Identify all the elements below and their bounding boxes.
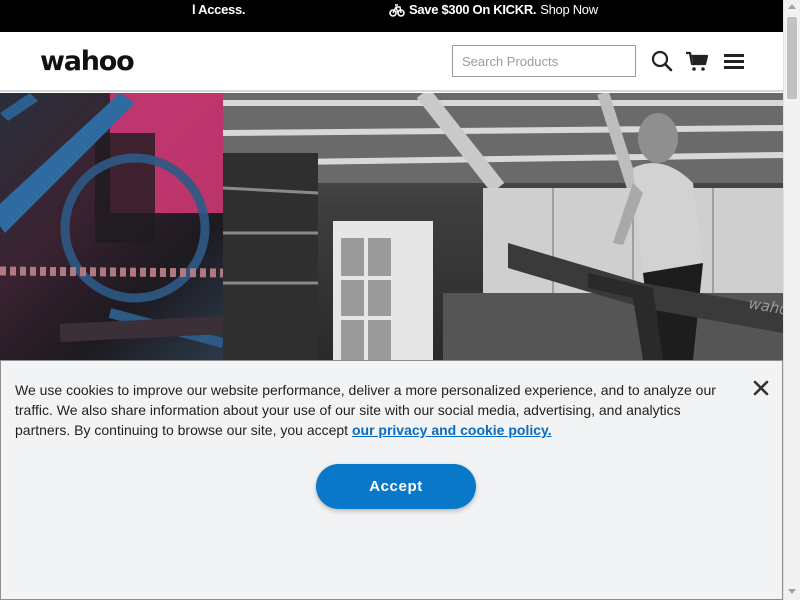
search-button[interactable] bbox=[650, 49, 674, 73]
wahoo-logo[interactable]: wahoo bbox=[40, 46, 135, 77]
hamburger-menu-icon bbox=[724, 54, 744, 69]
close-icon bbox=[753, 380, 769, 396]
promo-offer-text: Save $300 On KICKR. bbox=[409, 2, 537, 17]
scroll-up-arrow-icon[interactable] bbox=[788, 4, 796, 9]
close-banner-button[interactable] bbox=[752, 379, 770, 397]
promo-left-text: l Access. bbox=[192, 2, 246, 17]
page-scrollbar[interactable] bbox=[783, 0, 800, 600]
cookie-banner: We use cookies to improve our website pe… bbox=[0, 360, 783, 600]
hero-banner[interactable]: wahoo bbox=[0, 93, 783, 360]
scroll-thumb[interactable] bbox=[787, 17, 797, 99]
promo-offer-link[interactable]: Save $300 On KICKR. Shop Now bbox=[389, 2, 598, 17]
privacy-policy-link[interactable]: our privacy and cookie policy. bbox=[352, 422, 552, 438]
cart-button[interactable] bbox=[685, 49, 709, 73]
scroll-down-arrow-icon[interactable] bbox=[788, 589, 796, 594]
bike-drivetrain-image bbox=[0, 93, 223, 360]
cookie-message-paragraph: We use cookies to improve our website pe… bbox=[15, 380, 735, 440]
menu-button[interactable] bbox=[722, 49, 746, 73]
accept-cookies-button[interactable]: Accept bbox=[316, 464, 476, 509]
site-header: wahoo bbox=[0, 32, 783, 92]
bike-icon bbox=[389, 3, 405, 17]
search-icon bbox=[651, 50, 673, 72]
cart-icon bbox=[686, 51, 709, 71]
promo-bar: l Access. Save $300 On KICKR. Shop Now bbox=[0, 0, 783, 32]
treadmill-runner-image: wahoo bbox=[223, 93, 783, 360]
search-input[interactable] bbox=[452, 45, 636, 77]
promo-shop-now[interactable]: Shop Now bbox=[540, 2, 598, 17]
